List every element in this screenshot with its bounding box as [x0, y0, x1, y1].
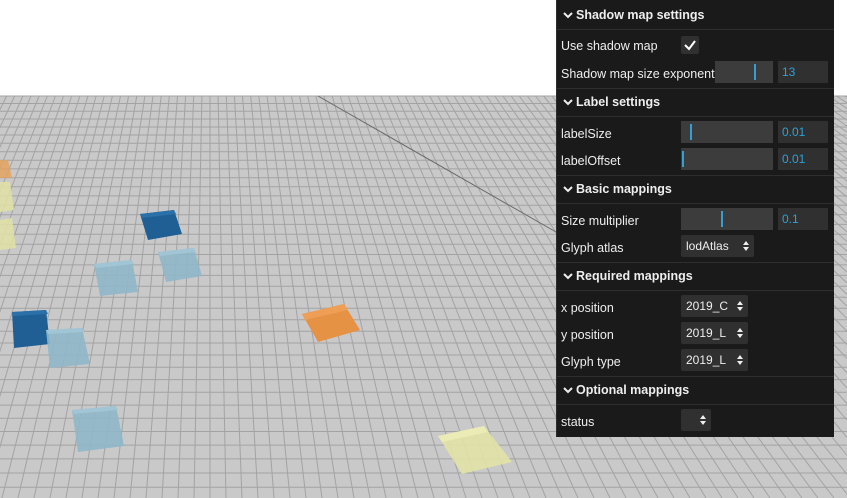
size-multiplier-label: Size multiplier [561, 214, 639, 228]
section-label-settings[interactable]: Label settings [557, 89, 834, 117]
up-down-arrows-icon [700, 415, 706, 425]
chevron-down-icon [563, 12, 573, 19]
x-position-select[interactable]: 2019_C [681, 295, 748, 317]
slider-knob[interactable] [721, 211, 723, 227]
up-down-arrows-icon [737, 355, 743, 365]
chevron-down-icon [563, 387, 573, 394]
up-down-arrows-icon [743, 241, 749, 251]
section-title: Basic mappings [576, 182, 672, 196]
section-shadow-map-settings[interactable]: Shadow map settings [557, 2, 834, 30]
chevron-down-icon [563, 186, 573, 193]
shadow-map-size-exponent-input[interactable]: 13 [778, 61, 828, 83]
glyph-box[interactable] [94, 260, 138, 296]
status-select[interactable] [681, 409, 711, 431]
use-shadow-map-label: Use shadow map [561, 39, 658, 53]
settings-panel: Shadow map settings Use shadow map Shado… [556, 0, 834, 437]
label-offset-input[interactable]: 0.01 [778, 148, 828, 170]
section-title: Label settings [576, 95, 661, 109]
section-title: Optional mappings [576, 383, 690, 397]
glyph-atlas-value: lodAtlas [686, 239, 729, 253]
label-size-input[interactable]: 0.01 [778, 121, 828, 143]
section-title: Shadow map settings [576, 8, 705, 22]
slider-knob[interactable] [690, 124, 692, 140]
shadow-map-size-exponent-label: Shadow map size exponent [561, 67, 715, 81]
glyph-type-select[interactable]: 2019_L [681, 349, 748, 371]
chevron-down-icon [563, 99, 573, 106]
label-offset-slider[interactable] [681, 148, 773, 170]
slider-knob[interactable] [682, 151, 684, 167]
y-position-label: y position [561, 328, 614, 342]
glyph-box[interactable] [12, 310, 50, 348]
section-required-mappings[interactable]: Required mappings [557, 263, 834, 291]
section-basic-mappings[interactable]: Basic mappings [557, 176, 834, 204]
use-shadow-map-checkbox[interactable] [681, 36, 699, 54]
x-position-label: x position [561, 301, 614, 315]
glyph-atlas-select[interactable]: lodAtlas [681, 235, 754, 257]
glyph-box[interactable] [72, 406, 124, 452]
label-size-label: labelSize [561, 127, 612, 141]
y-position-select[interactable]: 2019_L [681, 322, 748, 344]
x-position-value: 2019_C [686, 299, 729, 313]
up-down-arrows-icon [737, 301, 743, 311]
slider-knob[interactable] [754, 64, 756, 80]
chevron-down-icon [563, 273, 573, 280]
label-offset-label: labelOffset [561, 154, 621, 168]
glyph-type-label: Glyph type [561, 355, 621, 369]
up-down-arrows-icon [737, 328, 743, 338]
y-position-value: 2019_L [686, 326, 727, 340]
section-optional-mappings[interactable]: Optional mappings [557, 377, 834, 405]
shadow-map-size-exponent-slider[interactable] [715, 61, 773, 83]
section-title: Required mappings [576, 269, 693, 283]
size-multiplier-input[interactable]: 0.1 [778, 208, 828, 230]
checkmark-icon [684, 40, 696, 51]
size-multiplier-slider[interactable] [681, 208, 773, 230]
glyph-type-value: 2019_L [686, 353, 727, 367]
label-size-slider[interactable] [681, 121, 773, 143]
glyph-atlas-label: Glyph atlas [561, 241, 624, 255]
status-label: status [561, 415, 595, 429]
